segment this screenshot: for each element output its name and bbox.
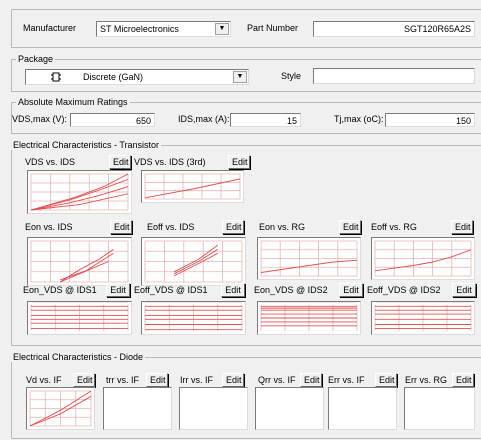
edit-button-irr-vs-if[interactable]: Edit	[222, 373, 244, 387]
curve-line	[144, 178, 241, 199]
plot-eoff-vs-rg[interactable]	[371, 237, 475, 280]
vds-max-label: VDS,max (V):	[12, 114, 68, 124]
plot-label-eoff-vs-ids: Eoff vs. IDS	[147, 222, 195, 232]
curve-line	[173, 244, 219, 273]
plot-label-vds-vs-ids-3rd: VDS vs. IDS (3rd)	[134, 157, 206, 167]
plot-label-trr-vs-if: trr vs. IF	[106, 375, 139, 385]
tj-max-field[interactable]: 150	[385, 113, 475, 127]
plot-vds-vs-ids[interactable]	[27, 170, 132, 214]
plot-vd-vs-if[interactable]	[26, 387, 95, 430]
edit-button-eoff-vs-ids[interactable]: Edit	[222, 220, 244, 234]
plot-label-err-vs-if: Err vs. IF	[328, 375, 365, 385]
plot-graph-eoff-vs-ids	[144, 240, 243, 283]
edit-button-vds-vs-ids[interactable]: Edit	[109, 155, 131, 169]
curve-line	[173, 252, 219, 277]
edit-button-eon-vs-rg[interactable]: Edit	[339, 220, 361, 234]
plot-graph-vds-vs-ids-3rd	[144, 173, 241, 200]
curve-line	[260, 259, 358, 273]
plot-label-eon-vds-ids1: Eon_VDS @ IDS1	[23, 285, 97, 295]
plot-graph-eon-vds-ids2	[260, 302, 358, 331]
edit-button-vd-vs-if[interactable]: Edit	[73, 373, 95, 387]
plot-eoff-vds-ids1[interactable]	[141, 301, 246, 335]
plot-label-eon-vs-ids: Eon vs. IDS	[25, 222, 73, 232]
plot-graph-eon-vs-ids	[30, 240, 129, 283]
ids-max-label: IDS,max (A):	[178, 114, 230, 124]
plot-trr-vs-if[interactable]	[103, 387, 172, 430]
plot-eon-vds-ids2[interactable]	[257, 301, 361, 335]
vds-max-field[interactable]: 650	[70, 113, 155, 127]
package-type-value: Discrete (GaN)	[83, 72, 144, 82]
plot-eon-vs-ids[interactable]	[27, 237, 132, 286]
ids-max-field[interactable]: 15	[230, 113, 301, 127]
edit-button-eoff-vds-ids1[interactable]: Edit	[221, 283, 245, 297]
edit-button-eon-vds-ids1[interactable]: Edit	[106, 283, 130, 297]
edit-button-vds-vs-ids-3rd[interactable]: Edit	[228, 155, 250, 169]
manufacturer-select[interactable]: ST Microelectronics ▼	[96, 21, 231, 37]
plot-vds-vs-ids-3rd[interactable]	[141, 170, 244, 203]
plot-qrr-vs-if[interactable]	[255, 387, 324, 430]
curve-line	[59, 252, 114, 283]
tj-max-label: Tj,max (oC):	[334, 114, 384, 124]
plot-graph-eon-vds-ids1	[30, 302, 129, 331]
plot-graph-eon-vs-rg	[260, 240, 358, 277]
plot-label-eoff-vs-rg: Eoff vs. RG	[371, 222, 417, 232]
plot-label-eoff-vds-ids2: Eoff_VDS @ IDS2	[367, 285, 441, 295]
edit-button-eon-vds-ids2[interactable]: Edit	[339, 283, 363, 297]
plot-eon-vs-rg[interactable]	[257, 237, 361, 280]
plot-label-vd-vs-if: Vd vs. IF	[26, 375, 62, 385]
plot-irr-vs-if[interactable]	[179, 387, 248, 430]
plot-err-vs-if[interactable]	[328, 387, 397, 430]
edit-button-trr-vs-if[interactable]: Edit	[146, 373, 168, 387]
manufacturer-label: Manufacturer	[23, 23, 77, 33]
style-field[interactable]	[313, 68, 475, 84]
style-label: Style	[281, 71, 302, 81]
diode-legend: Electrical Characteristics - Diode	[11, 352, 146, 362]
edit-button-qrr-vs-if[interactable]: Edit	[300, 373, 322, 387]
edit-button-err-vs-rg[interactable]: Edit	[452, 373, 474, 387]
plot-eoff-vds-ids2[interactable]	[371, 301, 475, 335]
edit-button-err-vs-if[interactable]: Edit	[375, 373, 397, 387]
plot-graph-vd-vs-if	[29, 390, 92, 427]
curve-line	[59, 261, 109, 281]
plot-eoff-vs-ids[interactable]	[141, 237, 246, 286]
edit-button-eoff-vds-ids2[interactable]: Edit	[452, 283, 476, 297]
chevron-down-icon[interactable]: ▼	[215, 23, 229, 35]
plot-label-vds-vs-ids: VDS vs. IDS	[25, 157, 76, 167]
plot-label-err-vs-rg: Err vs. RG	[405, 375, 447, 385]
package-select[interactable]: Discrete (GaN) ▼	[25, 69, 249, 85]
plot-eon-vds-ids1[interactable]	[27, 301, 132, 335]
manufacturer-value: ST Microelectronics	[100, 24, 179, 34]
plot-err-vs-rg[interactable]	[404, 387, 475, 430]
part-number-field[interactable]: SGT120R65A2S	[313, 21, 475, 37]
transistor-legend: Electrical Characteristics - Transistor	[11, 140, 162, 150]
edit-button-eoff-vs-rg[interactable]: Edit	[451, 220, 473, 234]
plot-graph-eoff-vds-ids2	[374, 302, 472, 331]
ratings-legend: Absolute Maximum Ratings	[16, 97, 130, 107]
plot-graph-eoff-vs-rg	[374, 240, 472, 277]
chevron-down-icon[interactable]: ▼	[233, 71, 247, 83]
edit-button-eon-vs-ids[interactable]: Edit	[110, 220, 132, 234]
plot-label-qrr-vs-if: Qrr vs. IF	[258, 375, 296, 385]
package-legend: Package	[16, 54, 56, 64]
plot-label-eon-vs-rg: Eon vs. RG	[259, 222, 306, 232]
transistor-package-icon	[50, 71, 62, 83]
part-number-label: Part Number	[247, 23, 299, 33]
plot-label-eon-vds-ids2: Eon_VDS @ IDS2	[254, 285, 328, 295]
plot-label-irr-vs-if: Irr vs. IF	[180, 375, 213, 385]
plot-graph-vds-vs-ids	[30, 173, 129, 211]
plot-graph-eoff-vds-ids1	[144, 302, 243, 331]
plot-label-eoff-vds-ids1: Eoff_VDS @ IDS1	[134, 285, 208, 295]
